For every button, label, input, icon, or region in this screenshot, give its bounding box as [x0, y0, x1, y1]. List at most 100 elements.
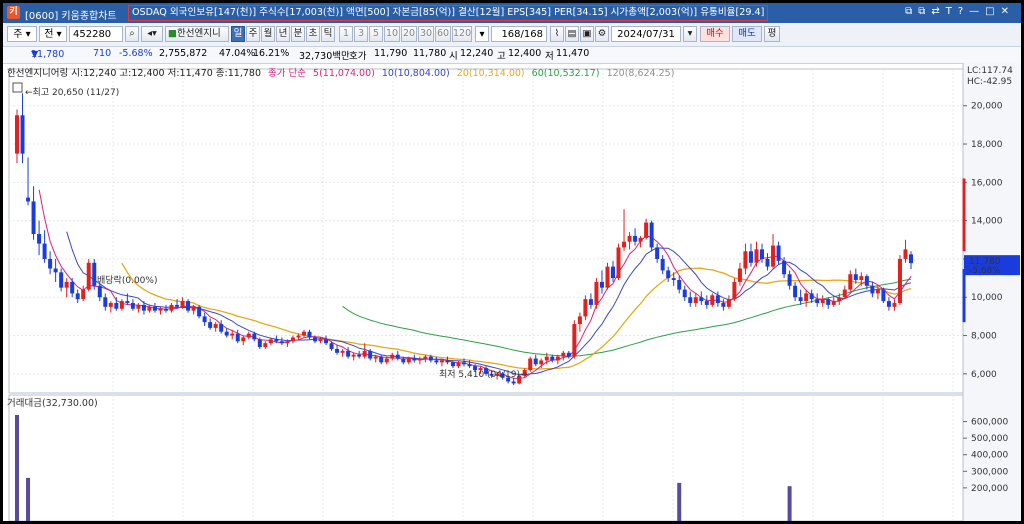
- candle-body: [423, 356, 428, 359]
- candle-body: [64, 281, 69, 288]
- close-icon[interactable]: ✕: [1001, 6, 1015, 17]
- period-day-button[interactable]: 일: [231, 26, 245, 42]
- period-year-button[interactable]: 년: [276, 26, 290, 42]
- candle-body: [677, 280, 682, 290]
- candle-body: [114, 302, 119, 309]
- candle-body: [633, 235, 638, 242]
- candle-body: [533, 358, 538, 365]
- candle-body: [241, 337, 246, 342]
- legend-stock: 한선엔지니어링 시:12,240 고:12,400 저:11,470 종:11,…: [7, 68, 261, 79]
- candle-body: [368, 350, 373, 359]
- candle-body: [599, 281, 604, 288]
- date-input[interactable]: 2024/07/31: [611, 26, 681, 42]
- link-icon[interactable]: ⧉: [905, 6, 918, 17]
- speaker-icon[interactable]: ◂▾: [141, 26, 163, 42]
- price-tick-label: 16,000: [971, 178, 1003, 188]
- candle-body: [771, 245, 776, 267]
- interval-5-button[interactable]: 5: [369, 26, 383, 42]
- interval-30-button[interactable]: 30: [418, 26, 434, 42]
- candle-body: [340, 350, 345, 353]
- toolbar: 주 ▾ 전 ▾ 452280 ⌕ ◂▾ ■한선엔지니 일 주 월 년 분 초 틱…: [3, 23, 1021, 47]
- buy-button[interactable]: 매수: [700, 26, 730, 42]
- candle-body: [892, 302, 897, 307]
- candle-body: [48, 258, 53, 269]
- candle-body: [804, 293, 809, 302]
- candle-body: [649, 222, 654, 248]
- maximize-icon[interactable]: □: [985, 6, 1000, 17]
- candle-body: [335, 348, 340, 353]
- settings-icon[interactable]: ⚙: [595, 26, 609, 42]
- candle-body: [318, 339, 323, 342]
- hoga-price-1: 11,790: [374, 48, 408, 59]
- candle-body: [86, 262, 91, 290]
- interval-1-button[interactable]: 1: [339, 26, 353, 42]
- candle-body: [666, 270, 671, 279]
- print-icon[interactable]: ▤: [565, 26, 579, 42]
- graph-icon[interactable]: ⌇: [550, 26, 564, 42]
- all-select[interactable]: 전 ▾: [39, 26, 67, 42]
- candle-body: [864, 276, 869, 286]
- candle-body: [715, 295, 720, 303]
- interval-20-button[interactable]: 20: [401, 26, 417, 42]
- period-second-button[interactable]: 초: [306, 26, 320, 42]
- data-count-field[interactable]: 168/168: [491, 26, 547, 42]
- interval-3-button[interactable]: 3: [354, 26, 368, 42]
- candle-body: [826, 299, 831, 305]
- hc-label: HC:-42.95: [967, 77, 1012, 87]
- candle-body: [103, 297, 108, 307]
- candle-body: [202, 316, 207, 323]
- candle-body: [456, 362, 461, 367]
- price-tick-label: 20,000: [971, 102, 1003, 112]
- candle-body: [439, 360, 444, 363]
- high-price: 12,400: [508, 48, 542, 59]
- evaluate-button[interactable]: 평: [764, 26, 780, 42]
- candle-body: [197, 306, 202, 317]
- candle-body: [279, 341, 284, 344]
- market-type-select[interactable]: 주 ▾: [7, 26, 37, 42]
- candle-body: [886, 301, 891, 307]
- lc-label: LC:117.74: [967, 66, 1013, 76]
- candle-body: [909, 254, 913, 264]
- candle-body: [15, 115, 19, 154]
- candle-body: [406, 358, 411, 363]
- legend-ma20: 20(10,314.00): [456, 68, 525, 79]
- search-icon[interactable]: ⌕: [125, 26, 139, 42]
- legend-ma120: 120(8,624.25): [606, 68, 675, 79]
- swap-icon[interactable]: ⇄: [931, 6, 945, 17]
- candle-body: [743, 251, 748, 269]
- text-icon[interactable]: T: [946, 6, 958, 17]
- candle-body: [390, 354, 395, 359]
- candle-body: [191, 306, 196, 311]
- candle-body: [362, 350, 367, 357]
- period-minute-button[interactable]: 분: [291, 26, 305, 42]
- period-month-button[interactable]: 월: [261, 26, 275, 42]
- low-price: 11,470: [556, 48, 590, 59]
- stock-chart[interactable]: 20,00018,00016,00014,00012,00010,0008,00…: [3, 63, 1021, 521]
- candle-body: [81, 289, 86, 300]
- interval-120-button[interactable]: 120: [452, 26, 472, 42]
- open-price: 12,240: [460, 48, 494, 59]
- company-name-field[interactable]: ■한선엔지니: [165, 26, 229, 42]
- legend-ma-title: 종가 단순: [268, 68, 307, 79]
- interval-select[interactable]: ▾: [475, 26, 489, 42]
- stock-code-input[interactable]: 452280: [69, 26, 123, 42]
- candle-body: [246, 333, 251, 338]
- candle-body: [119, 301, 124, 309]
- sell-button[interactable]: 매도: [732, 26, 762, 42]
- chart-legend: 한선엔지니어링 시:12,240 고:12,400 저:11,470 종:11,…: [7, 65, 678, 79]
- candle-body: [566, 352, 571, 357]
- save-icon[interactable]: ▣: [580, 26, 594, 42]
- open-label: 시: [449, 51, 458, 62]
- legend-ma10: 10(10,804.00): [381, 68, 450, 79]
- candle-body: [445, 360, 450, 363]
- interval-60-button[interactable]: 60: [435, 26, 451, 42]
- date-dropdown-icon[interactable]: ▾: [683, 26, 697, 42]
- minimize-icon[interactable]: —: [969, 6, 985, 17]
- candle-body: [164, 308, 168, 311]
- candle-body: [97, 285, 102, 298]
- help-icon[interactable]: ?: [958, 6, 969, 17]
- period-week-button[interactable]: 주: [246, 26, 260, 42]
- interval-10-button[interactable]: 10: [384, 26, 400, 42]
- period-tick-button[interactable]: 틱: [321, 26, 335, 42]
- copy-icon[interactable]: ⧉: [918, 6, 931, 17]
